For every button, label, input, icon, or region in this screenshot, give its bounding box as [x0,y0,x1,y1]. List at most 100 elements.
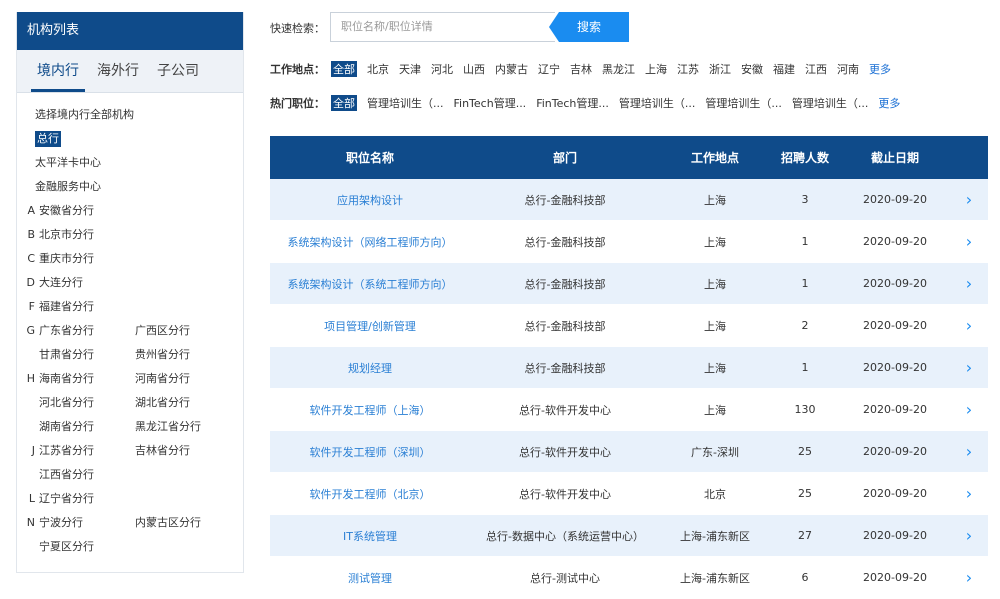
job-title-link[interactable]: 项目管理/创新管理 [270,304,470,347]
search-input[interactable]: 职位名称/职位详情 [330,12,555,42]
location-more-link[interactable]: 更多 [869,61,891,77]
location-option[interactable]: 黑龙江 [602,61,635,77]
institution-item[interactable]: 广东省分行 [35,319,135,343]
job-title-link[interactable]: 规划经理 [270,346,470,389]
institution-item[interactable]: 广西区分行 [135,319,235,343]
institution-item[interactable]: 江苏省分行 [35,439,135,463]
institution-row: F 福建省分行 [17,295,243,319]
table-row[interactable]: 软件开发工程师（上海） 总行-软件开发中心 上海 130 2020-09-20 › [270,388,988,431]
institution-item[interactable]: 辽宁省分行 [35,487,135,511]
institution-item[interactable]: 吉林省分行 [135,439,235,463]
position-option[interactable]: 管理培训生（... [705,95,782,111]
institution-item[interactable] [135,487,235,511]
institution-item[interactable] [135,295,235,319]
tab-subsidiary[interactable]: 子公司 [157,50,199,92]
table-row[interactable]: 规划经理 总行-金融科技部 上海 1 2020-09-20 › [270,346,988,389]
job-department: 总行-金融科技部 [470,179,660,221]
table-row[interactable]: 应用架构设计 总行-金融科技部 上海 3 2020-09-20 › [270,179,988,221]
chevron-right-icon[interactable]: › [950,514,988,557]
job-title-link[interactable]: 测试管理 [270,556,470,599]
job-title-link[interactable]: 系统架构设计（网络工程师方向） [270,220,470,263]
position-more-link[interactable]: 更多 [878,95,900,111]
tab-overseas[interactable]: 海外行 [97,50,139,92]
institution-item[interactable] [135,247,235,271]
location-option[interactable]: 上海 [645,61,667,77]
institution-item[interactable]: 黑龙江省分行 [135,415,235,439]
chevron-right-icon[interactable]: › [950,262,988,305]
institution-item[interactable] [135,463,235,487]
institution-item[interactable]: 海南省分行 [35,367,135,391]
chevron-right-icon[interactable]: › [950,430,988,473]
institution-item[interactable]: 福建省分行 [35,295,135,319]
institution-item[interactable]: 北京市分行 [35,223,135,247]
institution-item[interactable] [135,199,235,223]
tab-domestic[interactable]: 境内行 [31,50,85,92]
table-row[interactable]: 软件开发工程师（北京） 总行-软件开发中心 北京 25 2020-09-20 › [270,472,988,515]
location-option[interactable]: 河南 [837,61,859,77]
table-row[interactable]: 系统架构设计（系统工程师方向） 总行-金融科技部 上海 1 2020-09-20 › [270,262,988,305]
location-option[interactable]: 全部 [331,61,357,77]
table-row[interactable]: 系统架构设计（网络工程师方向） 总行-金融科技部 上海 1 2020-09-20 › [270,220,988,263]
location-option[interactable]: 内蒙古 [495,61,528,77]
institution-item[interactable]: 湖北省分行 [135,391,235,415]
position-option[interactable]: 全部 [331,95,357,111]
location-option[interactable]: 浙江 [709,61,731,77]
institution-item[interactable]: 大连分行 [35,271,135,295]
chevron-right-icon[interactable]: › [950,388,988,431]
location-option[interactable]: 天津 [399,61,421,77]
table-row[interactable]: 测试管理 总行-测试中心 上海-浦东新区 6 2020-09-20 › [270,556,988,599]
institution-item[interactable]: 重庆市分行 [35,247,135,271]
location-option[interactable]: 山西 [463,61,485,77]
job-title-link[interactable]: 软件开发工程师（深圳） [270,430,470,473]
institution-item[interactable]: 江西省分行 [35,463,135,487]
institution-item[interactable]: 安徽省分行 [35,199,135,223]
job-department: 总行-软件开发中心 [470,430,660,473]
institution-item[interactable]: 湖南省分行 [35,415,135,439]
institution-item[interactable]: 宁夏区分行 [35,535,135,559]
institution-item[interactable]: 贵州省分行 [135,343,235,367]
location-option[interactable]: 江西 [805,61,827,77]
position-option[interactable]: FinTech管理... [454,95,527,111]
position-option[interactable]: FinTech管理... [536,95,609,111]
location-option[interactable]: 河北 [431,61,453,77]
institution-item[interactable]: 河南省分行 [135,367,235,391]
location-option[interactable]: 安徽 [741,61,763,77]
chevron-right-icon[interactable]: › [950,304,988,347]
job-title-link[interactable]: 应用架构设计 [270,179,470,221]
institution-item[interactable] [135,223,235,247]
institution-sidebar: 机构列表 境内行 海外行 子公司 选择境内行全部机构 总行 太平洋卡中心 金融服… [16,12,244,573]
search-button[interactable]: 搜索 [549,12,629,42]
institution-head-office[interactable]: 总行 [35,131,61,147]
location-option[interactable]: 辽宁 [538,61,560,77]
location-option[interactable]: 北京 [367,61,389,77]
job-location: 上海 [660,220,770,263]
institution-item[interactable]: 河北省分行 [35,391,135,415]
chevron-right-icon[interactable]: › [950,556,988,599]
chevron-right-icon[interactable]: › [950,472,988,515]
position-option[interactable]: 管理培训生（... [792,95,869,111]
location-option[interactable]: 福建 [773,61,795,77]
table-row[interactable]: IT系统管理 总行-数据中心（系统运营中心） 上海-浦东新区 27 2020-09-20… [270,514,988,557]
institution-item[interactable]: 甘肃省分行 [35,343,135,367]
chevron-right-icon[interactable]: › [950,346,988,389]
table-row[interactable]: 项目管理/创新管理 总行-金融科技部 上海 2 2020-09-20 › [270,304,988,347]
job-title-link[interactable]: 软件开发工程师（上海） [270,388,470,431]
chevron-right-icon[interactable]: › [950,179,988,221]
institution-item[interactable]: 内蒙古区分行 [135,511,235,535]
job-title-link[interactable]: 系统架构设计（系统工程师方向） [270,262,470,305]
position-option[interactable]: 管理培训生（... [367,95,444,111]
table-row[interactable]: 软件开发工程师（深圳） 总行-软件开发中心 广东-深圳 25 2020-09-20 › [270,430,988,473]
institution-item[interactable] [135,535,235,559]
select-all-link[interactable]: 选择境内行全部机构 [17,103,134,127]
position-option[interactable]: 管理培训生（... [619,95,696,111]
job-title-link[interactable]: 软件开发工程师（北京） [270,472,470,515]
location-option[interactable]: 江苏 [677,61,699,77]
institution-finance-service[interactable]: 金融服务中心 [17,175,101,199]
institution-item[interactable]: 宁波分行 [35,511,135,535]
institution-item[interactable] [135,271,235,295]
institution-pacific-card[interactable]: 太平洋卡中心 [17,151,101,175]
chevron-right-icon[interactable]: › [950,220,988,263]
institution-row: N 宁波分行 内蒙古区分行 [17,511,243,535]
job-title-link[interactable]: IT系统管理 [270,514,470,557]
location-option[interactable]: 吉林 [570,61,592,77]
